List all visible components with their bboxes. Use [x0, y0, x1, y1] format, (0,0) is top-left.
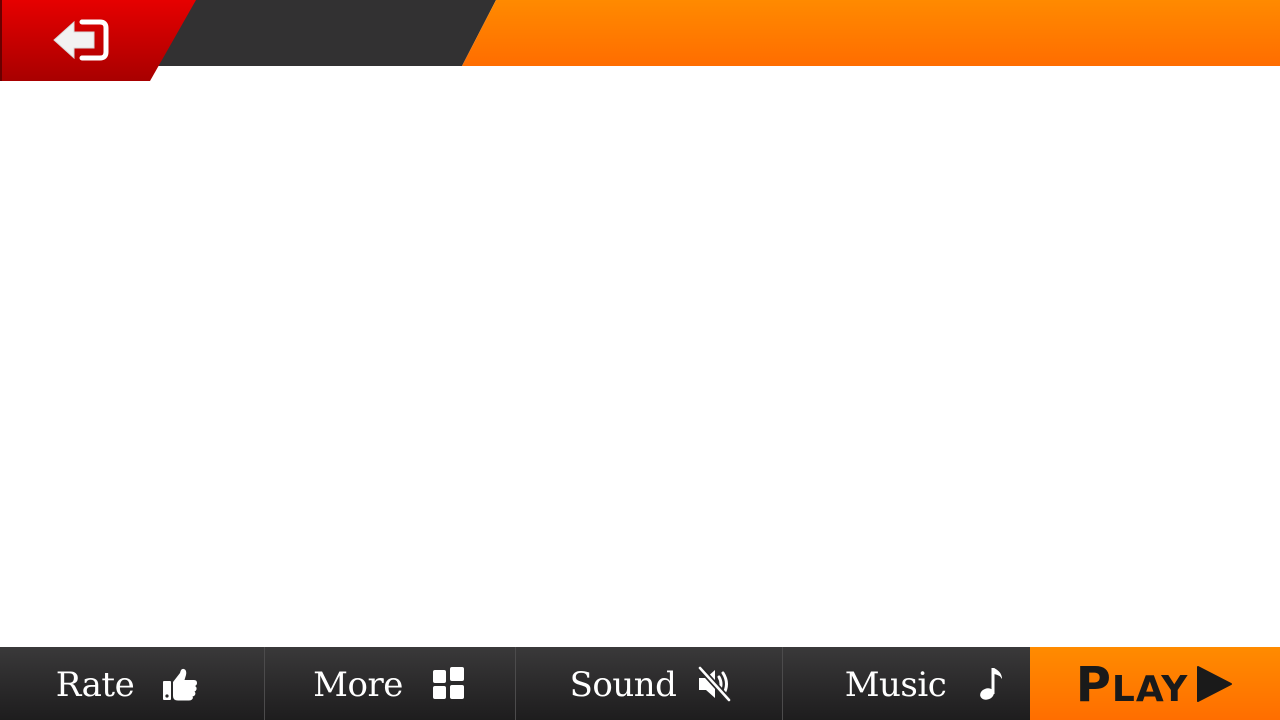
game-menu-screen: Rate More Sound Music PLAY [0, 0, 1280, 720]
play-button[interactable]: PLAY [1030, 647, 1280, 720]
sound-label: Sound [569, 664, 677, 705]
music-label: Music [844, 664, 947, 705]
bottom-nav-bar: Rate More Sound Music PLAY [0, 647, 1280, 720]
play-label: PLAY [1076, 661, 1189, 709]
music-button[interactable]: Music [783, 647, 1030, 720]
speaker-muted-icon [698, 665, 732, 702]
play-triangle-icon [1197, 665, 1233, 702]
music-note-icon [980, 667, 1003, 700]
thumbs-up-icon [163, 668, 198, 700]
rate-label: Rate [55, 664, 135, 705]
play-label-rest: LAY [1111, 668, 1189, 710]
sound-button[interactable]: Sound [516, 647, 783, 720]
exit-arrow-icon [53, 19, 109, 61]
more-label: More [313, 664, 403, 705]
grid-icon [432, 666, 464, 699]
back-button[interactable] [0, 0, 196, 81]
more-button[interactable]: More [265, 647, 516, 720]
rate-button[interactable]: Rate [0, 647, 265, 720]
play-label-first: P [1075, 656, 1112, 713]
